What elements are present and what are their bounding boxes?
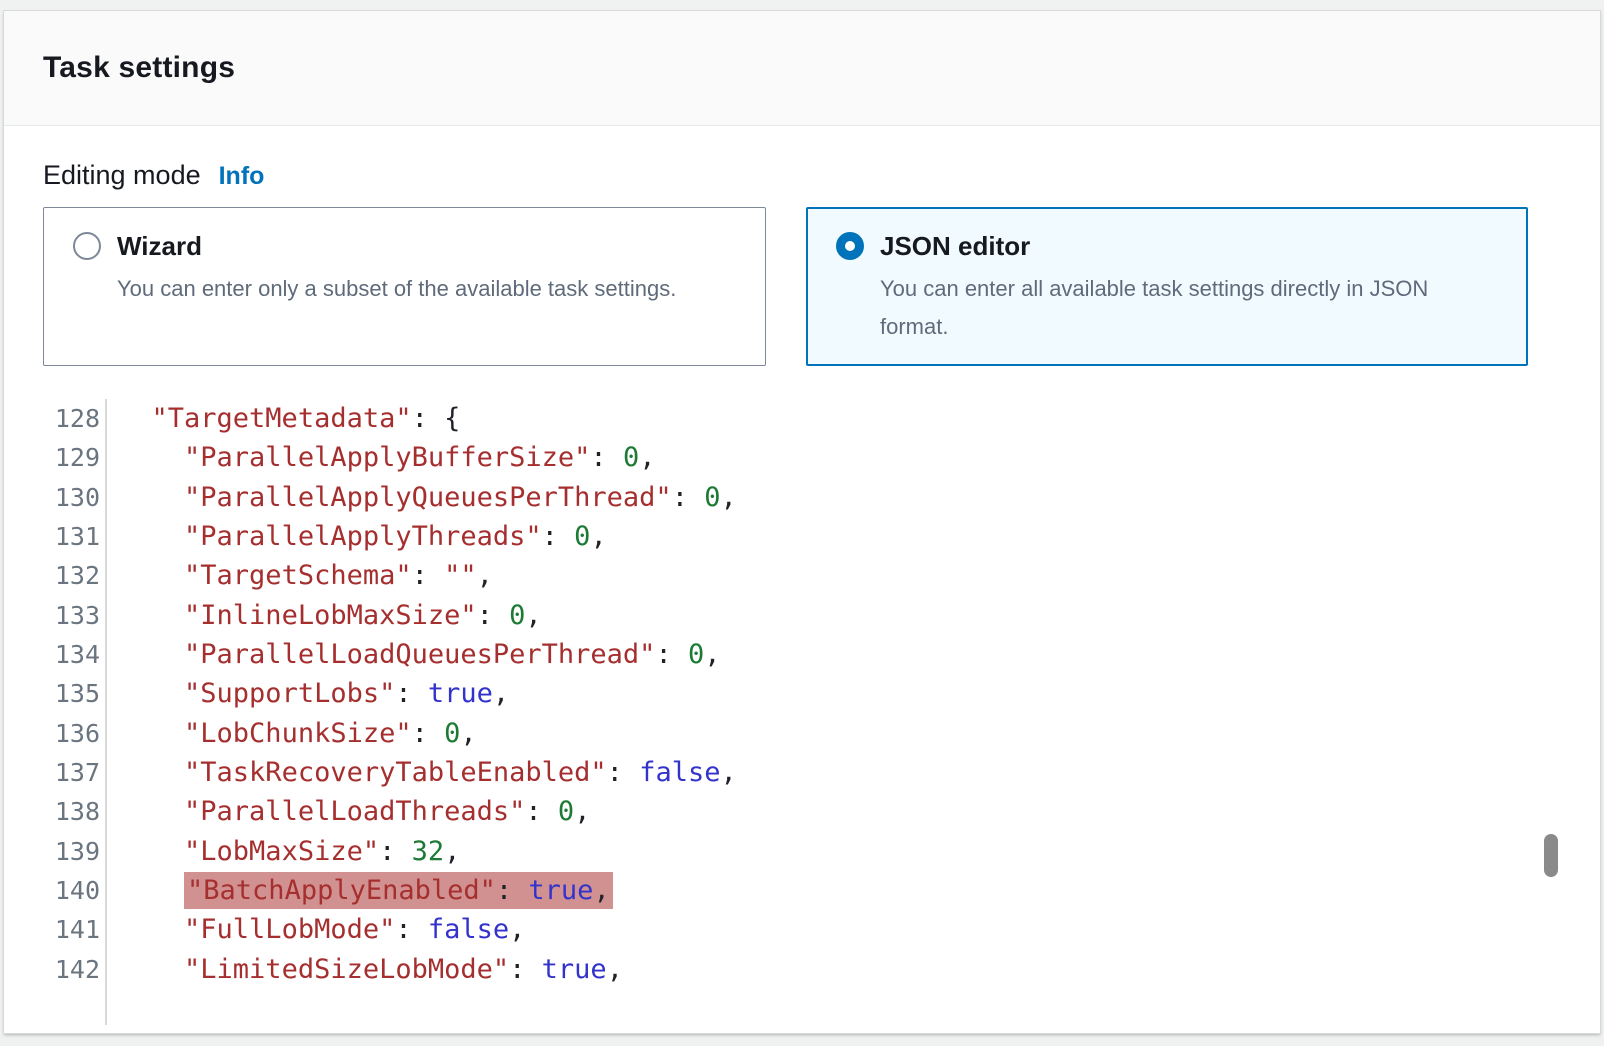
line-number: 134 [4, 635, 107, 674]
code-line[interactable]: 131 "ParallelApplyThreads": 0, [4, 517, 1600, 556]
line-number: 139 [4, 832, 107, 871]
code-line[interactable]: 130 "ParallelApplyQueuesPerThread": 0, [4, 478, 1600, 517]
line-number: 140 [4, 871, 107, 910]
code-text: "InlineLobMaxSize": 0, [107, 600, 542, 631]
code-text: "TargetSchema": "", [107, 560, 493, 591]
page-title: Task settings [43, 51, 235, 85]
code-line[interactable]: 141 "FullLobMode": false, [4, 910, 1600, 949]
code-line[interactable]: 132 "TargetSchema": "", [4, 556, 1600, 595]
code-line[interactable]: 133 "InlineLobMaxSize": 0, [4, 596, 1600, 635]
code-text: "ParallelLoadThreads": 0, [107, 796, 590, 827]
line-number: 136 [4, 714, 107, 753]
line-number: 141 [4, 910, 107, 949]
code-text: "LimitedSizeLobMode": true, [107, 954, 623, 985]
wizard-label: Wizard [117, 231, 676, 261]
code-line[interactable]: 136 "LobChunkSize": 0, [4, 714, 1600, 753]
page-background: Task settings Editing mode Info Wizard Yo… [0, 10, 1604, 1034]
code-line[interactable]: 129 "ParallelApplyBufferSize": 0, [4, 438, 1600, 477]
code-text: "ParallelApplyQueuesPerThread": 0, [107, 482, 737, 513]
task-settings-panel: Task settings Editing mode Info Wizard Yo… [3, 10, 1601, 1034]
line-number: 132 [4, 556, 107, 595]
code-text: "TaskRecoveryTableEnabled": false, [107, 757, 737, 788]
panel-header: Task settings [4, 11, 1600, 126]
code-text: "LobChunkSize": 0, [107, 718, 477, 749]
line-number: 135 [4, 674, 107, 713]
line-number: 137 [4, 753, 107, 792]
json-editor-label: JSON editor [880, 231, 1480, 261]
editing-mode-row: Editing mode Info [43, 159, 1560, 192]
code-line[interactable]: 135 "SupportLobs": true, [4, 674, 1600, 713]
option-tile-json-editor[interactable]: JSON editor You can enter all available … [806, 207, 1528, 366]
info-link[interactable]: Info [219, 162, 265, 190]
code-text: "ParallelApplyThreads": 0, [107, 521, 607, 552]
line-number: 130 [4, 478, 107, 517]
code-line-empty [4, 989, 1600, 1025]
code-text: "FullLobMode": false, [107, 914, 525, 945]
code-text: "ParallelApplyBufferSize": 0, [107, 442, 655, 473]
code-text: "SupportLobs": true, [107, 678, 509, 709]
line-number: 142 [4, 950, 107, 989]
code-line[interactable]: 142 "LimitedSizeLobMode": true, [4, 950, 1600, 989]
code-line[interactable]: 137 "TaskRecoveryTableEnabled": false, [4, 753, 1600, 792]
option-tile-wizard[interactable]: Wizard You can enter only a subset of th… [43, 207, 766, 366]
editing-mode-options: Wizard You can enter only a subset of th… [43, 207, 1560, 366]
radio-json-editor-icon[interactable] [836, 232, 864, 260]
wizard-text: Wizard You can enter only a subset of th… [117, 231, 704, 308]
search-highlight: "BatchApplyEnabled": true, [184, 872, 613, 909]
editing-mode-label: Editing mode [43, 160, 201, 190]
code-text: "ParallelLoadQueuesPerThread": 0, [107, 639, 720, 670]
scrollbar-thumb[interactable] [1544, 834, 1558, 877]
line-number [4, 989, 107, 1025]
line-number: 138 [4, 792, 107, 831]
wizard-description: You can enter only a subset of the avail… [117, 270, 676, 308]
code-text: "TargetMetadata": { [107, 403, 460, 434]
code-text: "BatchApplyEnabled": true, [107, 875, 613, 906]
code-line[interactable]: 139 "LobMaxSize": 32, [4, 832, 1600, 871]
line-number: 133 [4, 596, 107, 635]
json-editor-text: JSON editor You can enter all available … [880, 231, 1508, 346]
line-number: 129 [4, 438, 107, 477]
line-number: 131 [4, 517, 107, 556]
code-text: "LobMaxSize": 32, [107, 836, 460, 867]
code-line[interactable]: 128 "TargetMetadata": { [4, 399, 1600, 438]
json-editor-description: You can enter all available task setting… [880, 270, 1480, 346]
code-editor[interactable]: 128 "TargetMetadata": {129 "ParallelAppl… [4, 399, 1600, 1025]
radio-wizard-icon[interactable] [73, 232, 101, 260]
code-line[interactable]: 140 "BatchApplyEnabled": true, [4, 871, 1600, 910]
panel-body: Editing mode Info Wizard You can enter on… [4, 126, 1600, 366]
line-number: 128 [4, 399, 107, 438]
code-line[interactable]: 134 "ParallelLoadQueuesPerThread": 0, [4, 635, 1600, 674]
code-line[interactable]: 138 "ParallelLoadThreads": 0, [4, 792, 1600, 831]
